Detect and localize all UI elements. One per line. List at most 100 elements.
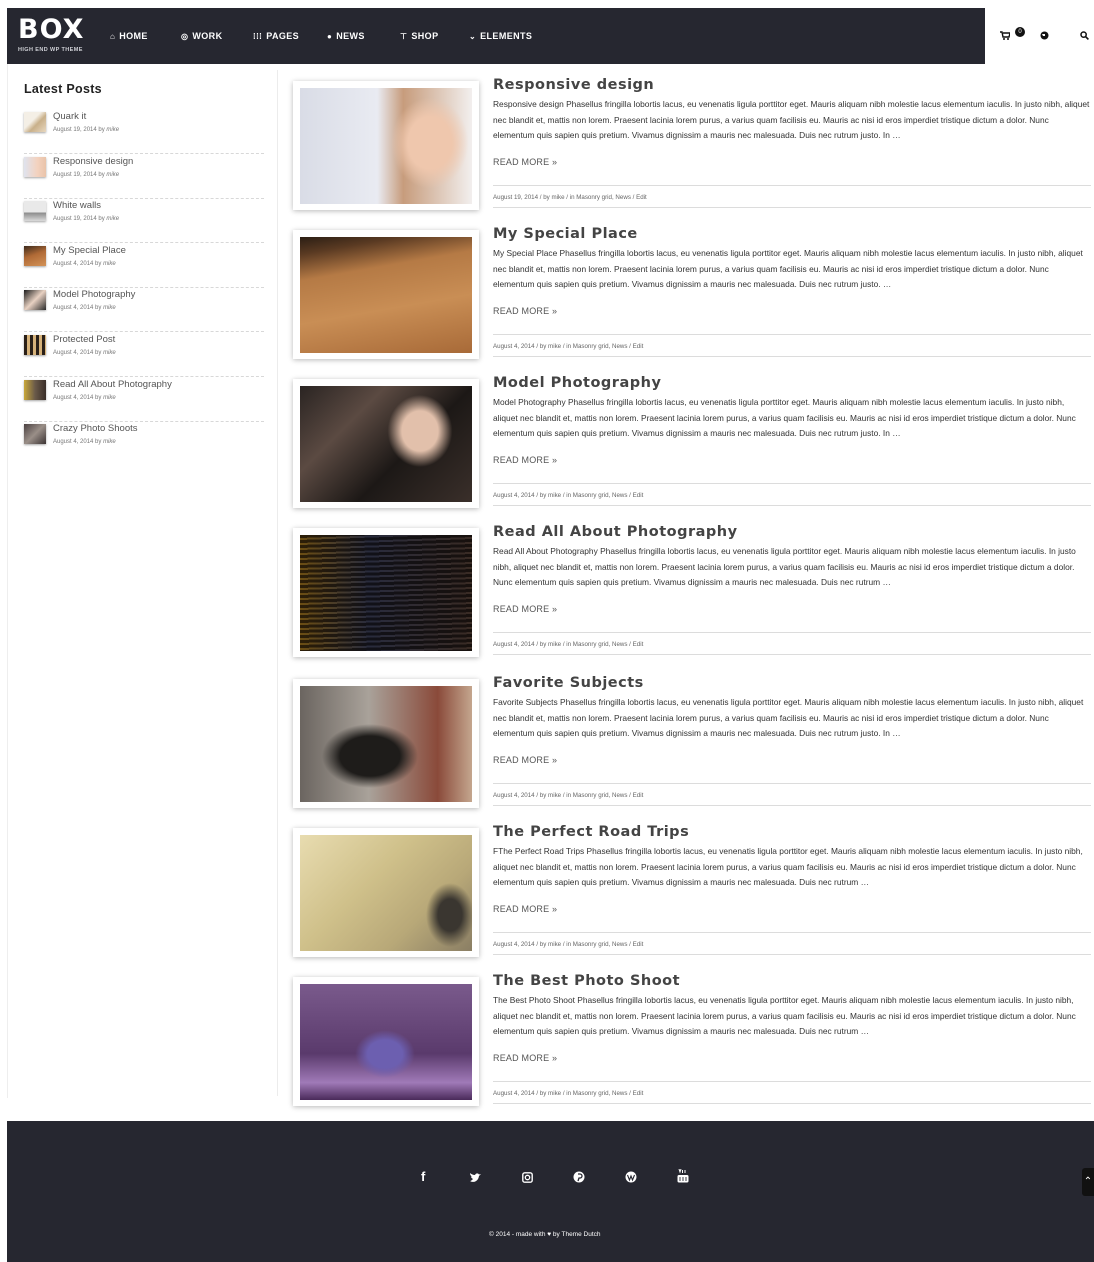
post-card: My Special Place My Special Place Phasel… [290, 226, 1094, 370]
post-title[interactable]: The Best Photo Shoot [493, 973, 680, 989]
post-title[interactable]: The Perfect Road Trips [493, 824, 689, 840]
nav-elements[interactable]: ⌄ ELEMENTS [469, 31, 532, 41]
latest-post-title[interactable]: Responsive design [53, 156, 133, 167]
post-thumbnail [24, 335, 46, 355]
home-icon: ⌂ [110, 31, 116, 41]
post-excerpt: The Best Photo Shoot Phasellus fringilla… [493, 995, 1076, 1036]
post-meta: August 4, 2014 / by mike / in Masonry gr… [493, 792, 644, 799]
post-image-frame[interactable] [293, 379, 479, 508]
chevron-up-icon: ⌃ [1083, 1176, 1093, 1187]
post-image [300, 686, 472, 802]
sidebar-title: Latest Posts [24, 82, 102, 96]
logo[interactable]: BOX [18, 16, 84, 44]
language-globe-icon[interactable] [1040, 31, 1049, 43]
post-title[interactable]: Favorite Subjects [493, 675, 644, 691]
post-meta: August 4, 2014 / by mike / in Masonry gr… [493, 641, 644, 648]
post-excerpt: Model Photography Phasellus fringilla lo… [493, 397, 1076, 438]
header [7, 8, 1094, 64]
divider [493, 185, 1091, 186]
latest-post-title[interactable]: Model Photography [53, 289, 135, 300]
latest-post-title[interactable]: Crazy Photo Shoots [53, 423, 138, 434]
wordpress-icon[interactable] [625, 1171, 637, 1186]
nav-news[interactable]: ● NEWS [327, 31, 365, 41]
latest-post-meta: August 4, 2014 by mike [53, 261, 116, 267]
latest-post-meta: August 19, 2014 by mike [53, 127, 120, 133]
divider [493, 1081, 1091, 1082]
post-title[interactable]: My Special Place [493, 226, 638, 242]
divider [493, 505, 1091, 506]
post-card: The Perfect Road Trips FThe Perfect Road… [290, 824, 1094, 968]
divider [493, 632, 1091, 633]
nav-pages[interactable]: ⁞⁞⁞ PAGES [253, 31, 299, 41]
latest-post-item[interactable]: Crazy Photo Shoots August 4, 2014 by mik… [24, 420, 264, 465]
post-image-frame[interactable] [293, 679, 479, 808]
post-card: The Best Photo Shoot The Best Photo Shoo… [290, 973, 1094, 1117]
post-meta: August 19, 2014 / by mike / in Masonry g… [493, 194, 647, 201]
post-thumbnail [24, 424, 46, 444]
read-more-link[interactable]: READ MORE » [493, 1053, 557, 1063]
facebook-icon[interactable]: f [421, 1169, 425, 1184]
latest-post-title[interactable]: My Special Place [53, 245, 126, 256]
post-thumbnail [24, 380, 46, 400]
read-more-link[interactable]: READ MORE » [493, 904, 557, 914]
post-title[interactable]: Model Photography [493, 375, 661, 391]
page-left-border [7, 64, 8, 1098]
back-to-top-button[interactable]: ⌃ [1082, 1168, 1094, 1196]
divider [493, 783, 1091, 784]
post-image-frame[interactable] [293, 81, 479, 210]
search-icon[interactable] [1080, 31, 1089, 43]
youtube-icon[interactable] [677, 1168, 689, 1186]
latest-post-meta: August 4, 2014 by mike [53, 305, 116, 311]
post-meta: August 4, 2014 / by mike / in Masonry gr… [493, 941, 644, 948]
nav-home[interactable]: ⌂ HOME [110, 31, 148, 41]
post-thumbnail [24, 201, 46, 221]
latest-post-title[interactable]: White walls [53, 200, 101, 211]
latest-post-title[interactable]: Quark it [53, 111, 86, 122]
latest-post-item[interactable]: My Special Place August 4, 2014 by mike [24, 242, 264, 288]
nav-work[interactable]: ◎ WORK [181, 31, 223, 41]
post-card: Model Photography Model Photography Phas… [290, 375, 1094, 519]
post-meta: August 4, 2014 / by mike / in Masonry gr… [493, 492, 644, 499]
post-image-frame[interactable] [293, 977, 479, 1106]
divider [493, 805, 1091, 806]
divider [493, 334, 1091, 335]
twitter-icon[interactable] [470, 1171, 482, 1186]
latest-post-item[interactable]: Quark it August 19, 2014 by mike [24, 108, 264, 154]
sidebar-divider [277, 70, 278, 1096]
divider [493, 483, 1091, 484]
post-excerpt: FThe Perfect Road Trips Phasellus fringi… [493, 846, 1083, 887]
latest-post-meta: August 4, 2014 by mike [53, 350, 116, 356]
read-more-link[interactable]: READ MORE » [493, 604, 557, 614]
pinterest-icon[interactable] [573, 1171, 585, 1186]
latest-post-item[interactable]: Model Photography August 4, 2014 by mike [24, 286, 264, 332]
latest-post-item[interactable]: Protected Post August 4, 2014 by mike [24, 331, 264, 377]
cart-icon: ⊤ [400, 31, 408, 41]
latest-post-title[interactable]: Read All About Photography [53, 379, 172, 390]
post-title[interactable]: Responsive design [493, 77, 654, 93]
latest-post-meta: August 19, 2014 by mike [53, 172, 120, 178]
instagram-icon[interactable] [522, 1171, 533, 1186]
post-meta: August 4, 2014 / by mike / in Masonry gr… [493, 343, 644, 350]
read-more-link[interactable]: READ MORE » [493, 455, 557, 465]
read-more-link[interactable]: READ MORE » [493, 157, 557, 167]
read-more-link[interactable]: READ MORE » [493, 306, 557, 316]
post-image [300, 386, 472, 502]
latest-post-title[interactable]: Protected Post [53, 334, 115, 345]
read-more-link[interactable]: READ MORE » [493, 755, 557, 765]
post-image-frame[interactable] [293, 828, 479, 957]
post-excerpt: My Special Place Phasellus fringilla lob… [493, 248, 1083, 289]
divider [493, 207, 1091, 208]
post-card: Read All About Photography Read All Abou… [290, 524, 1094, 668]
logo-tagline: HIGH END WP THEME [18, 47, 83, 53]
divider [493, 932, 1091, 933]
post-image-frame[interactable] [293, 230, 479, 359]
post-title[interactable]: Read All About Photography [493, 524, 738, 540]
post-image-frame[interactable] [293, 528, 479, 657]
latest-post-item[interactable]: Responsive design August 19, 2014 by mik… [24, 153, 264, 199]
latest-post-item[interactable]: Read All About Photography August 4, 201… [24, 376, 264, 422]
cart-icon[interactable] [1000, 31, 1011, 43]
post-card: Responsive design Responsive design Phas… [290, 77, 1094, 221]
nav-shop[interactable]: ⊤ SHOP [400, 31, 438, 41]
latest-post-item[interactable]: White walls August 19, 2014 by mike [24, 197, 264, 243]
latest-post-meta: August 19, 2014 by mike [53, 216, 120, 222]
